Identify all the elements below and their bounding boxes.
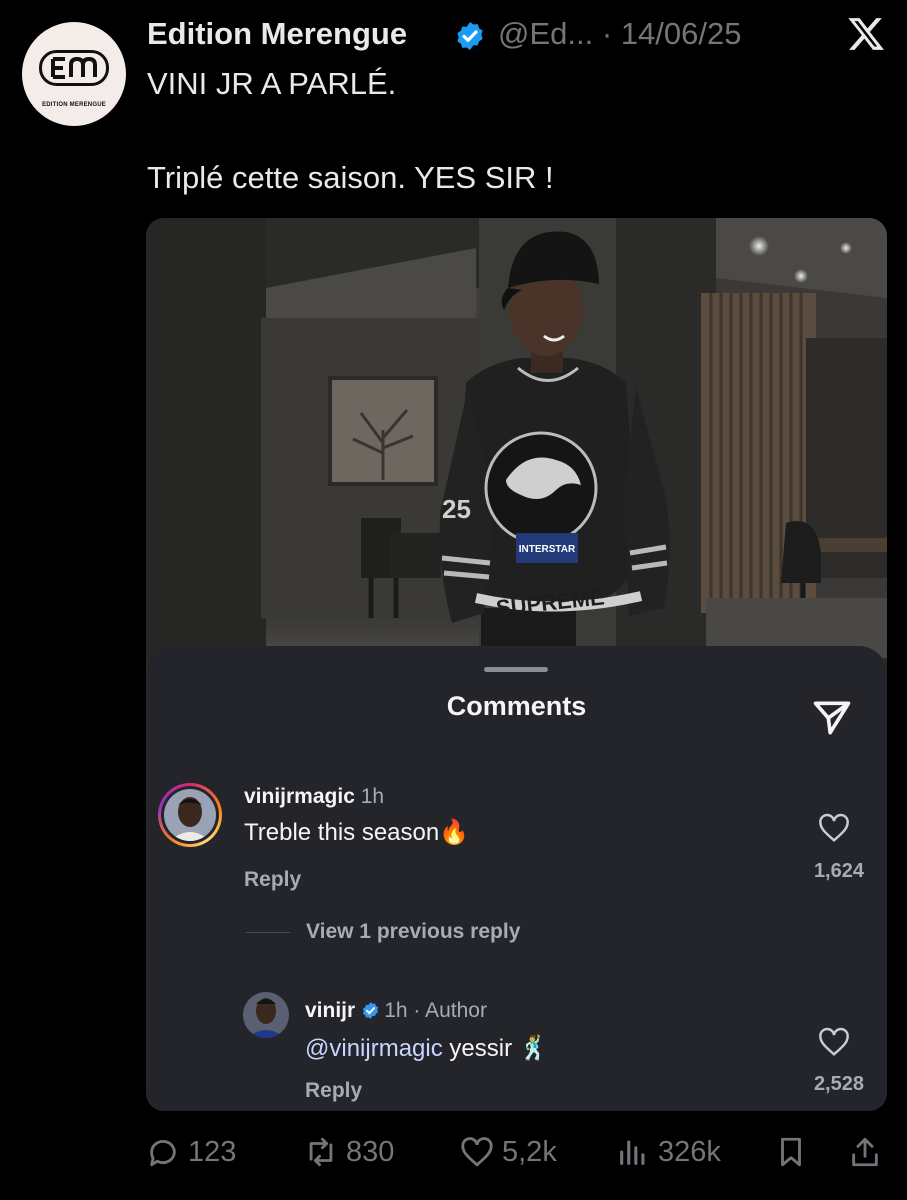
reply-button[interactable]: Reply bbox=[305, 1079, 362, 1103]
tweet-text-line-1: VINI JR A PARLÉ. bbox=[147, 66, 397, 101]
views-action[interactable]: 326k bbox=[616, 1130, 721, 1174]
jersey-number: 25 bbox=[442, 494, 471, 524]
x-logo-icon[interactable] bbox=[846, 14, 886, 54]
like-count: 5,2k bbox=[502, 1135, 557, 1168]
views-chart-icon bbox=[620, 1140, 645, 1165]
comment-body: Treble this season bbox=[244, 819, 440, 846]
verified-badge-icon bbox=[363, 1002, 379, 1019]
comments-sheet: Comments vinijrmagic 1h Treble this seas… bbox=[146, 646, 887, 1111]
like-heart-icon bbox=[461, 1137, 493, 1167]
reply-like-count: 2,528 bbox=[813, 1073, 864, 1095]
share-action[interactable] bbox=[848, 1130, 890, 1174]
avatar-photo-icon bbox=[243, 992, 289, 1038]
comment-like-count: 1,624 bbox=[813, 860, 864, 882]
reply-username-text[interactable]: vinijr bbox=[305, 999, 355, 1022]
comments-title: Comments bbox=[446, 691, 587, 721]
reply-action[interactable]: 123 bbox=[146, 1130, 236, 1174]
comment-username[interactable]: vinijrmagic 1h bbox=[244, 785, 384, 809]
reply-text: @vinijrmagic yessir 🕺 bbox=[305, 1034, 549, 1063]
author-handle[interactable]: @Ed... bbox=[498, 16, 593, 51]
tweet-date[interactable]: 14/06/25 bbox=[621, 16, 742, 51]
author-avatar[interactable]: EDITION MERENGUE bbox=[22, 22, 126, 126]
mention-link[interactable]: @vinijrmagic bbox=[305, 1035, 443, 1062]
reply-bubble-icon bbox=[150, 1140, 176, 1167]
reply-username[interactable]: vinijr 1h · Author bbox=[305, 999, 487, 1023]
avatar-caption: EDITION MERENGUE bbox=[42, 102, 106, 108]
repost-icon bbox=[309, 1137, 333, 1167]
like-heart-icon[interactable] bbox=[817, 1027, 851, 1057]
bookmark-action[interactable] bbox=[774, 1130, 816, 1174]
tweet-media[interactable]: INTERSTAR SUPREME 25 Comments vinijrmagi… bbox=[146, 218, 887, 1111]
bookmark-icon bbox=[781, 1137, 801, 1167]
sheet-drag-handle[interactable] bbox=[484, 667, 548, 672]
reply-body: yessir bbox=[442, 1035, 513, 1062]
reply-author-avatar[interactable] bbox=[243, 992, 289, 1038]
tweet-text-line-2: Triplé cette saison. YES SIR ! bbox=[147, 160, 554, 195]
verified-badge-icon bbox=[457, 22, 483, 50]
comment-text: Treble this season🔥 bbox=[244, 818, 469, 847]
repost-action[interactable]: 830 bbox=[304, 1130, 394, 1174]
views-count: 326k bbox=[658, 1135, 721, 1168]
fire-emoji: 🔥 bbox=[439, 819, 470, 846]
commenter-avatar[interactable] bbox=[158, 783, 222, 847]
dancer-emoji: 🕺 bbox=[518, 1035, 549, 1062]
date-separator: · bbox=[601, 16, 613, 51]
reply-time: 1h bbox=[384, 999, 408, 1022]
send-icon[interactable] bbox=[810, 696, 854, 740]
comment-username-text[interactable]: vinijrmagic bbox=[244, 785, 355, 808]
avatar-photo-icon bbox=[164, 789, 216, 841]
like-heart-icon[interactable] bbox=[817, 813, 851, 843]
photo-vinicius-in-room: INTERSTAR SUPREME 25 bbox=[146, 218, 887, 658]
repost-count: 830 bbox=[346, 1135, 395, 1168]
jersey-sponsor: INTERSTAR bbox=[519, 544, 576, 555]
share-icon bbox=[852, 1137, 878, 1167]
author-handle-and-date: @Ed... · 14/06/25 bbox=[498, 16, 741, 52]
author-tag: · Author bbox=[413, 999, 487, 1022]
divider-line bbox=[246, 932, 290, 933]
edition-merengue-logo bbox=[39, 50, 109, 86]
comment-time: 1h bbox=[360, 785, 385, 808]
reply-button[interactable]: Reply bbox=[244, 868, 301, 892]
like-action[interactable]: 5,2k bbox=[460, 1130, 557, 1174]
view-previous-replies[interactable]: View 1 previous reply bbox=[306, 920, 520, 944]
author-name[interactable]: Edition Merengue bbox=[147, 16, 407, 52]
reply-count: 123 bbox=[188, 1135, 237, 1168]
